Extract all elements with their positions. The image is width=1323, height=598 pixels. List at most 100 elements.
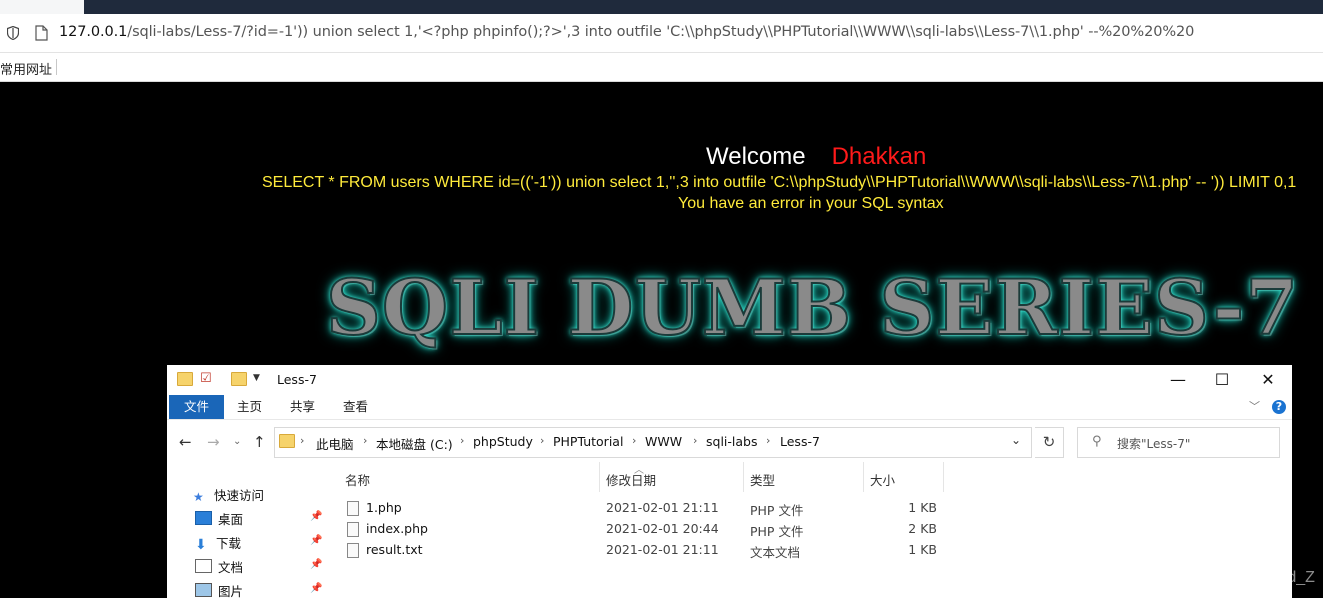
url-host: 127.0.0.1 xyxy=(59,24,128,40)
column-divider[interactable] xyxy=(943,462,944,492)
breadcrumb-sqli-labs[interactable]: sqli-labs xyxy=(706,434,757,449)
breadcrumb-separator-icon[interactable]: › xyxy=(632,434,636,447)
desktop-icon xyxy=(195,511,212,525)
file-type: 文本文档 xyxy=(750,545,801,560)
breadcrumb-phptutorial[interactable]: PHPTutorial xyxy=(553,434,623,449)
breadcrumb-less-7[interactable]: Less-7 xyxy=(780,434,820,449)
tab-view[interactable]: 查看 xyxy=(343,395,368,419)
column-divider[interactable] xyxy=(743,462,744,492)
sidebar-item-pictures[interactable]: 图片 xyxy=(195,581,243,598)
tab-file[interactable]: 文件 xyxy=(169,395,224,419)
file-date: 2021-02-01 21:11 xyxy=(606,542,719,557)
file-name: 1.php xyxy=(366,500,402,515)
pin-icon[interactable]: 📌 xyxy=(310,583,322,594)
breadcrumb-separator-icon[interactable]: › xyxy=(693,434,697,447)
file-name: index.php xyxy=(366,521,428,536)
breadcrumb-separator-icon[interactable]: › xyxy=(300,434,304,447)
minimize-button[interactable]: — xyxy=(1168,370,1188,390)
new-folder-icon[interactable] xyxy=(231,372,247,390)
user-name: Dhakkan xyxy=(831,143,927,170)
refresh-icon[interactable]: ↻ xyxy=(1035,427,1064,458)
file-explorer-window: ☑ ▼ Less-7 — ☐ ✕ 文件 主页 共享 查看 ﹀ ? ← → ⌄ ↑… xyxy=(167,365,1292,598)
folder-icon xyxy=(177,372,193,390)
search-placeholder: 搜索"Less-7" xyxy=(1117,437,1191,451)
column-name[interactable]: 名称 xyxy=(345,470,370,489)
file-size: 1 KB xyxy=(908,542,937,557)
recent-locations-chevron-icon[interactable]: ⌄ xyxy=(233,436,241,447)
table-row[interactable]: result.txt 2021-02-01 21:11 文本文档 1 KB xyxy=(337,540,957,561)
sidebar-item-documents[interactable]: 文档 xyxy=(195,557,243,576)
search-box[interactable]: ⚲ 搜索"Less-7" xyxy=(1077,427,1280,458)
window-title: Less-7 xyxy=(277,372,317,387)
picture-icon xyxy=(195,583,212,597)
sql-query-text: SELECT * FROM users WHERE id=(('-1')) un… xyxy=(262,174,1297,191)
sidebar-item-label: 桌面 xyxy=(218,512,244,527)
text-file-icon xyxy=(347,543,359,558)
column-divider[interactable] xyxy=(599,462,600,492)
file-size: 1 KB xyxy=(908,500,937,515)
navigation-pane: ★ 快速访问 桌面 📌 ⬇ 下载 📌 文档 📌 图片 📌 xyxy=(167,477,332,598)
welcome-line: Welcome Dhakkan xyxy=(706,143,926,171)
watermark-text: https://blog.csdn.net/Z_David_Z xyxy=(1089,569,1315,586)
sidebar-item-label: 下载 xyxy=(216,536,242,551)
breadcrumb[interactable]: › 此电脑 › 本地磁盘 (C:) › phpStudy › PHPTutori… xyxy=(274,427,1032,458)
ribbon-expand-chevron-icon[interactable]: ﹀ xyxy=(1249,398,1260,414)
column-size[interactable]: 大小 xyxy=(870,470,895,489)
pin-icon[interactable]: 📌 xyxy=(310,535,322,546)
breadcrumb-separator-icon[interactable]: › xyxy=(540,434,544,447)
star-icon: ★ xyxy=(193,490,204,504)
breadcrumb-separator-icon[interactable]: › xyxy=(363,434,367,447)
url-text[interactable]: 127.0.0.1/sqli-labs/Less-7/?id=-1')) uni… xyxy=(59,24,1194,40)
breadcrumb-separator-icon[interactable]: › xyxy=(766,434,770,447)
breadcrumb-this-pc[interactable]: 此电脑 xyxy=(316,434,354,453)
pin-icon[interactable]: 📌 xyxy=(310,511,322,522)
file-date: 2021-02-01 21:11 xyxy=(606,500,719,515)
tab-home[interactable]: 主页 xyxy=(237,395,262,419)
shield-icon[interactable] xyxy=(7,26,19,40)
bookmark-separator xyxy=(56,59,57,75)
up-arrow-icon[interactable]: ↑ xyxy=(253,433,266,451)
table-row[interactable]: 1.php 2021-02-01 21:11 PHP 文件 1 KB xyxy=(337,498,957,519)
sidebar-item-label: 文档 xyxy=(218,560,244,575)
sidebar-item-desktop[interactable]: 桌面 xyxy=(195,509,243,528)
file-type: PHP 文件 xyxy=(750,524,804,539)
properties-check-icon[interactable]: ☑ xyxy=(200,371,212,386)
column-type[interactable]: 类型 xyxy=(750,470,775,489)
address-bar[interactable]: 127.0.0.1/sqli-labs/Less-7/?id=-1')) uni… xyxy=(0,14,1323,53)
download-icon: ⬇ xyxy=(195,537,207,553)
file-type: PHP 文件 xyxy=(750,503,804,518)
column-header: ︿ 名称 修改日期 类型 大小 xyxy=(337,462,947,492)
php-file-icon xyxy=(347,522,359,537)
help-icon[interactable]: ? xyxy=(1272,400,1286,414)
ribbon-tabs: 文件 主页 共享 查看 ﹀ ? xyxy=(167,395,1292,420)
browser-tab-strip xyxy=(0,0,1323,14)
column-divider[interactable] xyxy=(863,462,864,492)
back-arrow-icon[interactable]: ← xyxy=(179,433,192,451)
sidebar-item-downloads[interactable]: ⬇ 下载 xyxy=(195,533,241,553)
browser-tab[interactable] xyxy=(0,0,84,14)
table-row[interactable]: index.php 2021-02-01 20:44 PHP 文件 2 KB xyxy=(337,519,957,540)
navigation-row: ← → ⌄ ↑ › 此电脑 › 本地磁盘 (C:) › phpStudy › P… xyxy=(167,427,1292,459)
url-path: /sqli-labs/Less-7/?id=-1')) union select… xyxy=(127,24,1195,40)
file-date: 2021-02-01 20:44 xyxy=(606,521,719,536)
explorer-titlebar[interactable]: ☑ ▼ Less-7 — ☐ ✕ xyxy=(167,365,1292,395)
column-date-modified[interactable]: 修改日期 xyxy=(606,470,656,489)
breadcrumb-separator-icon[interactable]: › xyxy=(460,434,464,447)
sidebar-item-label: 图片 xyxy=(218,584,244,598)
file-name: result.txt xyxy=(366,542,423,557)
breadcrumb-phpstudy[interactable]: phpStudy xyxy=(473,434,533,449)
address-dropdown-icon[interactable]: ⌄ xyxy=(1011,433,1021,447)
pin-icon[interactable]: 📌 xyxy=(310,559,322,570)
bookmarks-bar: 常用网址 xyxy=(0,53,1323,82)
maximize-button[interactable]: ☐ xyxy=(1212,370,1232,390)
forward-arrow-icon[interactable]: → xyxy=(207,433,220,451)
file-size: 2 KB xyxy=(908,521,937,536)
breadcrumb-local-disk[interactable]: 本地磁盘 (C:) xyxy=(376,434,453,453)
tab-share[interactable]: 共享 xyxy=(290,395,315,419)
quick-access-dropdown-icon[interactable]: ▼ xyxy=(253,373,260,383)
breadcrumb-www[interactable]: WWW xyxy=(645,434,682,449)
bookmark-common-sites[interactable]: 常用网址 xyxy=(0,59,52,78)
close-button[interactable]: ✕ xyxy=(1258,370,1278,390)
sidebar-item-label: 快速访问 xyxy=(214,488,265,503)
sidebar-item-quick-access[interactable]: ★ 快速访问 xyxy=(193,485,264,504)
